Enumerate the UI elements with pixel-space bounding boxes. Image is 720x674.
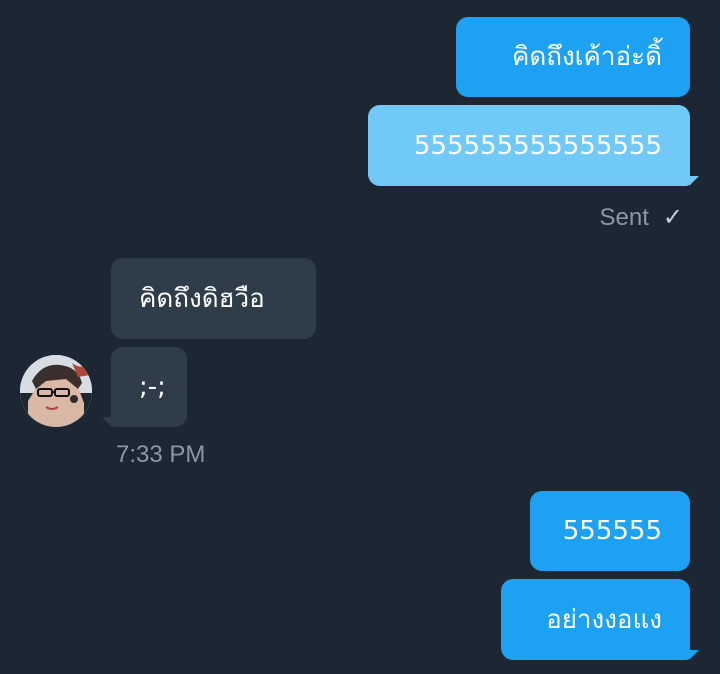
message-text: อย่างงอแง (546, 604, 662, 635)
avatar[interactable] (20, 355, 92, 427)
message-text: คิดถึงเค้าอ่ะดิ้ (511, 42, 662, 72)
message-text: ;-; (139, 372, 166, 402)
timestamp-label: 7:33 PM (116, 441, 206, 468)
message-bubble-outgoing[interactable]: คิดถึงเค้าอ่ะดิ้ (456, 17, 690, 97)
avatar-photo (20, 355, 92, 427)
message-text: 555555 (562, 516, 662, 546)
checkmark-icon: ✓ (662, 204, 683, 231)
message-bubble-outgoing[interactable]: 555555 (530, 491, 690, 571)
message-text: 555555555555555 (413, 130, 662, 161)
message-text: คิดถึงดิฮวือ (139, 283, 265, 314)
message-bubble-incoming[interactable]: ;-; (102, 347, 187, 427)
message-bubble-outgoing[interactable]: 555555555555555 (368, 105, 699, 186)
message-bubble-outgoing[interactable]: อย่างงอแง (501, 579, 699, 660)
sent-status: Sent ✓ (600, 203, 683, 232)
sent-label: Sent (599, 203, 649, 231)
message-timestamp: 7:33 PM (116, 441, 205, 469)
message-bubble-incoming[interactable]: คิดถึงดิฮวือ (111, 258, 316, 339)
